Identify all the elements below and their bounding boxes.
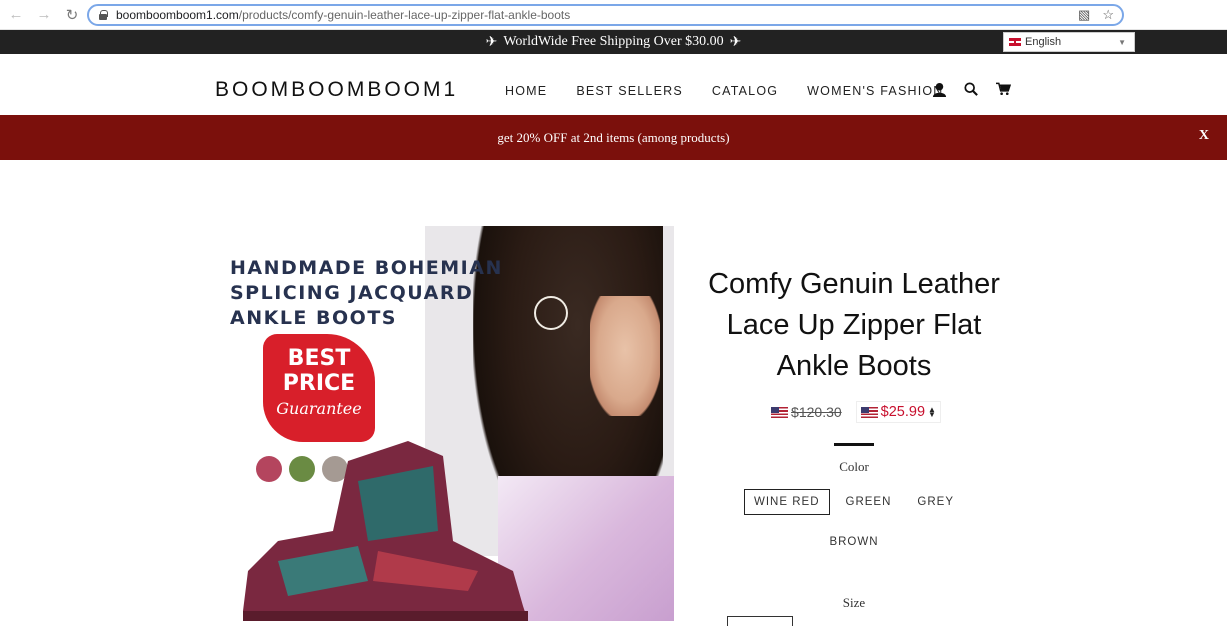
- original-price: $120.30: [767, 402, 846, 422]
- dreamcatcher-icon: [534, 296, 568, 330]
- nav-best-sellers[interactable]: BEST SELLERS: [576, 84, 683, 98]
- nav-womens-fashion[interactable]: WOMEN'S FASHION: [807, 84, 943, 98]
- price-row: $120.30 $25.99 ▲ ▼: [696, 401, 1012, 423]
- site-header: BOOMBOOMBOOM1 HOME BEST SELLERS CATALOG …: [0, 54, 1227, 115]
- product-title: Comfy Genuin Leather Lace Up Zipper Flat…: [708, 268, 1000, 382]
- announcement-bar: ✈ WorldWide Free Shipping Over $30.00 ✈ …: [0, 30, 1227, 54]
- us-flag-icon: [860, 406, 878, 418]
- color-option-wine-red[interactable]: WINE RED: [744, 489, 830, 515]
- language-selector[interactable]: English ▼: [1003, 32, 1135, 52]
- boot-illustration: [243, 441, 528, 621]
- back-icon[interactable]: ←: [4, 3, 28, 27]
- bookmark-star-icon[interactable]: ☆: [1102, 7, 1114, 23]
- search-icon[interactable]: [963, 81, 979, 97]
- title-divider: [834, 443, 874, 446]
- forward-icon[interactable]: →: [32, 3, 56, 27]
- browser-toolbar: ← → ↻ boomboomboom1.com/products/comfy-g…: [0, 0, 1227, 30]
- color-option-grey[interactable]: GREY: [907, 489, 964, 515]
- color-option-brown[interactable]: BROWN: [819, 529, 888, 555]
- size-option[interactable]: [727, 616, 793, 626]
- currency-toggle-icon[interactable]: ▲ ▼: [928, 406, 936, 419]
- cart-icon[interactable]: [995, 81, 1011, 97]
- sale-price[interactable]: $25.99 ▲ ▼: [855, 401, 941, 423]
- image-title: HANDMADE BOHEMIAN SPLICING JACQUARD ANKL…: [230, 257, 503, 329]
- promo-text: get 20% OFF at 2nd items (among products…: [497, 129, 730, 145]
- airplane-icon: ✈: [485, 34, 498, 50]
- site-logo[interactable]: BOOMBOOMBOOM1: [215, 78, 458, 102]
- color-options: WINE RED GREEN GREY BROWN: [696, 489, 1012, 555]
- language-label: English: [1025, 36, 1062, 48]
- main-nav: HOME BEST SELLERS CATALOG WOMEN'S FASHIO…: [505, 84, 973, 98]
- nav-home[interactable]: HOME: [505, 84, 547, 98]
- size-label: Size: [842, 595, 866, 610]
- promo-close-button[interactable]: X: [1199, 128, 1209, 144]
- uk-flag-icon: [1009, 38, 1021, 46]
- product-info: Comfy Genuin Leather Lace Up Zipper Flat…: [696, 226, 1012, 626]
- announcement-text: WorldWide Free Shipping Over $30.00: [503, 34, 724, 49]
- url-text: boomboomboom1.com/products/comfy-genuin-…: [116, 8, 571, 22]
- nav-catalog[interactable]: CATALOG: [712, 84, 778, 98]
- promo-bar: get 20% OFF at 2nd items (among products…: [0, 115, 1227, 160]
- lock-icon: [99, 10, 108, 20]
- account-icon[interactable]: [931, 81, 947, 97]
- chevron-down-icon: ▼: [1118, 38, 1126, 47]
- cast-icon[interactable]: ▧: [1078, 7, 1090, 23]
- product-image[interactable]: HANDMADE BOHEMIAN SPLICING JACQUARD ANKL…: [218, 226, 674, 621]
- airplane-icon: ✈: [729, 34, 742, 50]
- us-flag-icon: [771, 406, 789, 418]
- reload-icon[interactable]: ↻: [60, 3, 84, 27]
- color-label: Color: [839, 459, 869, 474]
- model-face: [590, 296, 660, 416]
- color-option-green[interactable]: GREEN: [836, 489, 902, 515]
- address-bar[interactable]: boomboomboom1.com/products/comfy-genuin-…: [87, 4, 1124, 26]
